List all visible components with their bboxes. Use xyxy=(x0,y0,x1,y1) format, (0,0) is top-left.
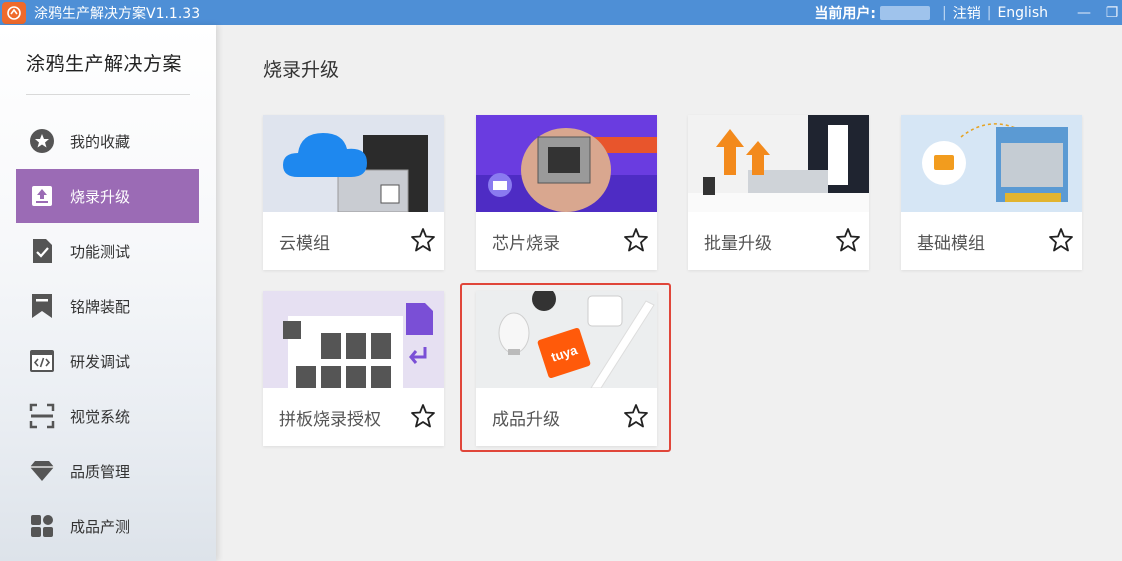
title-bar: 涂鸦生产解决方案V1.1.33 当前用户: | 注销 | English — ❐ xyxy=(0,0,1122,25)
title-bar-controls: 当前用户: | 注销 | English — ❐ xyxy=(814,0,1122,25)
restore-button[interactable]: ❐ xyxy=(1102,5,1122,21)
cloud-module-image xyxy=(263,115,444,212)
current-user-label: 当前用户: xyxy=(814,5,876,22)
card-basic-module[interactable]: 基础模组 xyxy=(901,115,1082,270)
sidebar-item-label: 研发调试 xyxy=(70,352,131,371)
logout-link[interactable]: 注销 xyxy=(953,3,981,23)
check-document-icon xyxy=(29,238,55,264)
language-switch-link[interactable]: English xyxy=(997,5,1048,21)
grid-icon xyxy=(29,513,55,539)
sidebar-item-nameplate[interactable]: 铭牌装配 xyxy=(16,279,199,333)
sidebar-brand: 涂鸦生产解决方案 xyxy=(26,53,183,75)
favorite-star-icon[interactable] xyxy=(410,227,436,253)
card-label: 芯片烧录 xyxy=(492,234,560,254)
page-title: 烧录升级 xyxy=(263,59,340,81)
card-cloud-module[interactable]: 云模组 xyxy=(263,115,444,270)
sidebar-item-label: 铭牌装配 xyxy=(70,297,131,316)
sidebar-item-label: 视觉系统 xyxy=(70,407,131,426)
batch-upgrade-image xyxy=(688,115,869,212)
sidebar-item-label: 我的收藏 xyxy=(70,132,131,151)
code-window-icon xyxy=(29,348,55,374)
separator: | xyxy=(942,4,947,21)
separator: | xyxy=(986,4,992,21)
chip-flashing-image xyxy=(476,115,657,212)
favorite-star-icon[interactable] xyxy=(623,227,649,253)
app-title: 涂鸦生产解决方案V1.1.33 xyxy=(34,5,201,22)
minimize-button[interactable]: — xyxy=(1066,5,1102,21)
sidebar-item-quality[interactable]: 品质管理 xyxy=(16,444,199,498)
current-user-value xyxy=(880,5,930,20)
scan-icon xyxy=(29,403,55,429)
panel-flash-auth-image xyxy=(263,291,444,388)
upload-icon xyxy=(29,183,55,209)
card-label: 基础模组 xyxy=(917,234,985,254)
card-label: 拼板烧录授权 xyxy=(279,410,381,430)
card-panel-flash-auth[interactable]: 拼板烧录授权 xyxy=(263,291,444,446)
sidebar-item-flash-upgrade[interactable]: 烧录升级 xyxy=(16,169,199,223)
card-batch-upgrade[interactable]: 批量升级 xyxy=(688,115,869,270)
sidebar-item-label: 烧录升级 xyxy=(70,187,131,206)
card-label: 批量升级 xyxy=(704,234,772,254)
diamond-icon xyxy=(29,458,55,484)
sidebar-item-vision[interactable]: 视觉系统 xyxy=(16,389,199,443)
favorite-star-icon[interactable] xyxy=(410,403,436,429)
favorite-star-icon[interactable] xyxy=(1048,227,1074,253)
card-chip-flashing[interactable]: 芯片烧录 xyxy=(476,115,657,270)
sidebar-item-label: 成品产测 xyxy=(70,517,131,536)
bookmark-icon xyxy=(29,293,55,319)
sidebar-item-favorites[interactable]: 我的收藏 xyxy=(16,114,199,168)
sidebar: 涂鸦生产解决方案 我的收藏 烧录升级 功能测试 铭牌装配 研发调试 视觉系统 品… xyxy=(0,25,216,561)
favorite-star-icon[interactable] xyxy=(835,227,861,253)
sidebar-item-product-test[interactable]: 成品产测 xyxy=(16,499,199,553)
sidebar-item-dev-debug[interactable]: 研发调试 xyxy=(16,334,199,388)
basic-module-image xyxy=(901,115,1082,212)
sidebar-item-label: 功能测试 xyxy=(70,242,131,261)
divider xyxy=(26,94,190,95)
card-label: 云模组 xyxy=(279,234,330,254)
star-circle-icon xyxy=(29,128,55,154)
sidebar-item-label: 品质管理 xyxy=(70,462,131,481)
app-logo-icon xyxy=(2,1,26,24)
sidebar-item-function-test[interactable]: 功能测试 xyxy=(16,224,199,278)
selection-highlight xyxy=(460,283,671,452)
